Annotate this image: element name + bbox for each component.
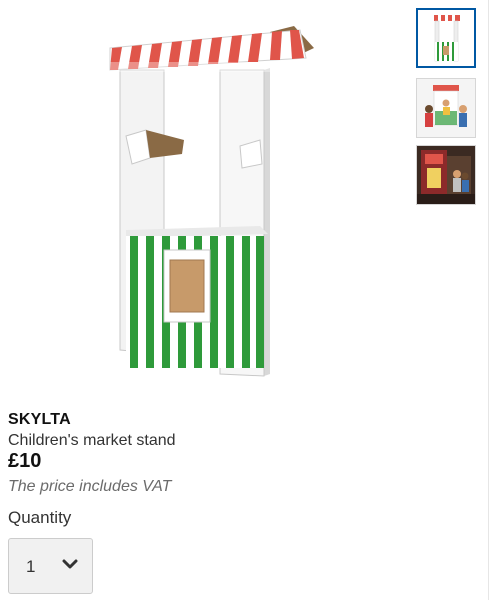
quantity-label: Quantity — [8, 508, 72, 527]
quantity-selected-value: 1 — [26, 557, 36, 576]
decorated-room-thumbnail-icon — [417, 146, 475, 204]
thumbnail-1[interactable] — [416, 8, 476, 68]
thumbnail-3[interactable] — [416, 145, 476, 205]
product-description: Children's market stand — [8, 432, 176, 449]
product-price: £10 — [8, 450, 42, 472]
product-name: SKYLTA — [8, 411, 71, 428]
page-edge-divider — [488, 0, 489, 600]
thumbnail-2[interactable] — [416, 78, 476, 138]
main-product-image[interactable] — [92, 18, 332, 383]
product-page: SKYLTA Children's market stand £10 The p… — [0, 0, 493, 600]
children-playing-thumbnail-icon — [417, 79, 475, 137]
chevron-down-icon — [62, 559, 78, 569]
vat-note: The price includes VAT — [8, 478, 172, 495]
market-stand-thumbnail-icon — [434, 15, 460, 62]
quantity-select[interactable]: 1 — [8, 538, 93, 594]
